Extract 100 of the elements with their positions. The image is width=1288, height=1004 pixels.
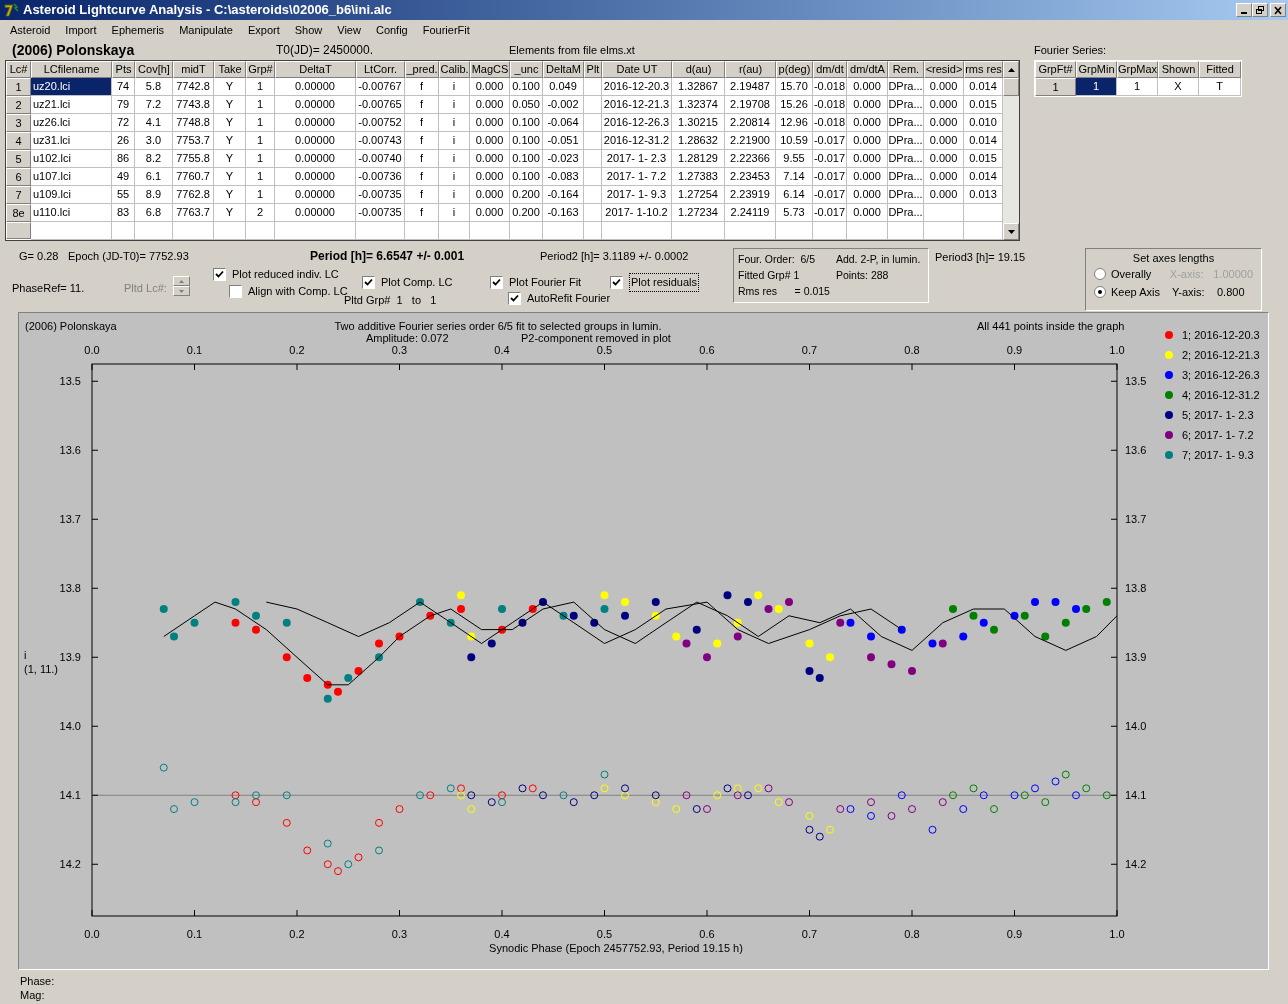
menu-item[interactable]: Manipulate — [179, 21, 233, 39]
table-cell[interactable]: uz20.lci — [31, 78, 112, 96]
epoch-value: Epoch (JD-T0)= 7752.93 — [68, 248, 190, 264]
table-cell: 0.00000 — [275, 186, 356, 204]
column-header[interactable]: DeltaM — [543, 61, 584, 78]
table-cell[interactable]: u109.lci — [31, 186, 112, 204]
table-cell[interactable]: T — [1199, 78, 1241, 96]
column-header[interactable]: <resid> — [924, 61, 964, 78]
radio-label: Keep Axis — [1111, 284, 1161, 300]
column-header[interactable]: GrpFt# — [1035, 61, 1076, 78]
menu-item[interactable]: Asteroid — [10, 21, 51, 39]
table-cell: 0.000 — [470, 96, 510, 114]
table-cell[interactable]: X — [1158, 78, 1199, 96]
table-cell[interactable]: u107.lci — [31, 168, 112, 186]
column-header[interactable]: LtCorr. — [356, 61, 405, 78]
table-cell: 0.014 — [964, 78, 1003, 96]
table-cell[interactable]: uz21.lci — [31, 96, 112, 114]
axis-field[interactable]: 0.800 — [1217, 283, 1245, 301]
column-header[interactable]: Date UT — [602, 61, 672, 78]
column-header[interactable]: Fitted — [1199, 61, 1241, 78]
table-cell: 0.000 — [470, 114, 510, 132]
row-header[interactable]: 1 — [1035, 78, 1076, 96]
table-cell: 2.19487 — [725, 78, 776, 96]
column-header[interactable]: GrpMax — [1117, 61, 1158, 78]
table-cell: 2017- 1- 9.3 — [602, 186, 672, 204]
chart-annotation: Amplitude: 0.072 — [366, 332, 449, 344]
menu-item[interactable]: Show — [294, 21, 323, 39]
row-header[interactable]: 7 — [6, 186, 31, 204]
legend-label: 3; 2016-12-26.3 — [1182, 367, 1260, 383]
table-cell: DPra... — [888, 204, 924, 222]
column-header[interactable]: Take — [214, 61, 246, 78]
table-cell[interactable]: uz31.lci — [31, 132, 112, 150]
phaseref-value: PhaseRef= 11. — [12, 282, 85, 294]
row-header[interactable]: 5 — [6, 150, 31, 168]
menu-item[interactable]: Import — [65, 21, 97, 39]
table-cell: 1.27234 — [672, 204, 725, 222]
column-header[interactable]: Shown — [1158, 61, 1199, 78]
column-header[interactable]: Cov[h] — [135, 61, 173, 78]
column-header[interactable]: DeltaT — [275, 61, 356, 78]
table-cell: Y — [214, 96, 246, 114]
table-cell: 1.32374 — [672, 96, 725, 114]
table-cell[interactable]: u102.lci — [31, 150, 112, 168]
table-cell: Y — [214, 186, 246, 204]
column-header[interactable]: _pred. — [405, 61, 439, 78]
table-cell: -0.018 — [813, 78, 847, 96]
table-cell: 0.100 — [510, 78, 543, 96]
table-cell[interactable]: u110.lci — [31, 204, 112, 222]
column-header[interactable]: Lc# — [6, 61, 31, 78]
column-header[interactable]: midT — [173, 61, 214, 78]
menu-item[interactable]: FourierFit — [422, 21, 470, 39]
row-header[interactable]: 2 — [6, 96, 31, 114]
table-cell: 7.14 — [776, 168, 813, 186]
column-header[interactable]: dm/dtA — [847, 61, 888, 78]
y-tick-label: 14.1 — [59, 789, 81, 802]
column-header[interactable]: Rem. — [888, 61, 924, 78]
column-header[interactable]: LCfilename — [31, 61, 112, 78]
x-tick-label: 0.9 — [1006, 344, 1023, 356]
row-header[interactable]: 3 — [6, 114, 31, 132]
table-cell: 0.000 — [924, 96, 964, 114]
table-cell: 2.23919 — [725, 186, 776, 204]
column-header[interactable]: d(au) — [672, 61, 725, 78]
x-tick-label: 0.8 — [904, 928, 920, 940]
table-cell: Y — [214, 114, 246, 132]
y-tick-label: 14.0 — [1125, 720, 1147, 733]
legend-label: 1; 2016-12-20.3 — [1182, 327, 1260, 343]
column-header[interactable]: dm/dt — [813, 61, 847, 78]
y-tick-label: 14.0 — [59, 720, 81, 733]
table-cell: 0.013 — [964, 186, 1003, 204]
column-header[interactable]: MagCS — [470, 61, 510, 78]
column-header[interactable]: Calib. — [439, 61, 470, 78]
table-cell: i — [439, 150, 470, 168]
row-header[interactable]: 8e — [6, 204, 31, 222]
column-header[interactable]: Grp# — [246, 61, 275, 78]
column-header[interactable]: r(au) — [725, 61, 776, 78]
table-cell[interactable]: 1 — [1076, 78, 1117, 96]
x-tick-label: 0.2 — [289, 928, 305, 940]
column-header[interactable]: GrpMin — [1076, 61, 1117, 78]
period2-value: Period2 [h]= 3.1189 +/- 0.0002 — [540, 248, 689, 264]
column-header[interactable]: Plt — [584, 61, 602, 78]
menu-item[interactable]: Ephemeris — [111, 21, 165, 39]
table-cell[interactable]: uz26.lci — [31, 114, 112, 132]
row-header[interactable]: 4 — [6, 132, 31, 150]
table-cell: 8.2 — [135, 150, 173, 168]
table-cell[interactable]: 1 — [1117, 78, 1158, 96]
table-cell: 0.000 — [470, 168, 510, 186]
row-header[interactable]: 6 — [6, 168, 31, 186]
table-cell: 7763.7 — [173, 204, 214, 222]
column-header[interactable]: rms res — [964, 61, 1003, 78]
table-cell: -0.00743 — [356, 132, 405, 150]
x-tick-label: 0.4 — [494, 928, 510, 940]
column-header[interactable]: Pts — [112, 61, 135, 78]
table-cell: Y — [214, 168, 246, 186]
column-header[interactable]: _unc — [510, 61, 543, 78]
table-cell: 0.00000 — [275, 78, 356, 96]
menu-item[interactable]: Config — [375, 21, 408, 39]
menu-item[interactable]: View — [337, 21, 361, 39]
table-cell: 0.000 — [470, 78, 510, 96]
row-header[interactable]: 1 — [6, 78, 31, 96]
menu-item[interactable]: Export — [247, 21, 280, 39]
column-header[interactable]: p(deg) — [776, 61, 813, 78]
